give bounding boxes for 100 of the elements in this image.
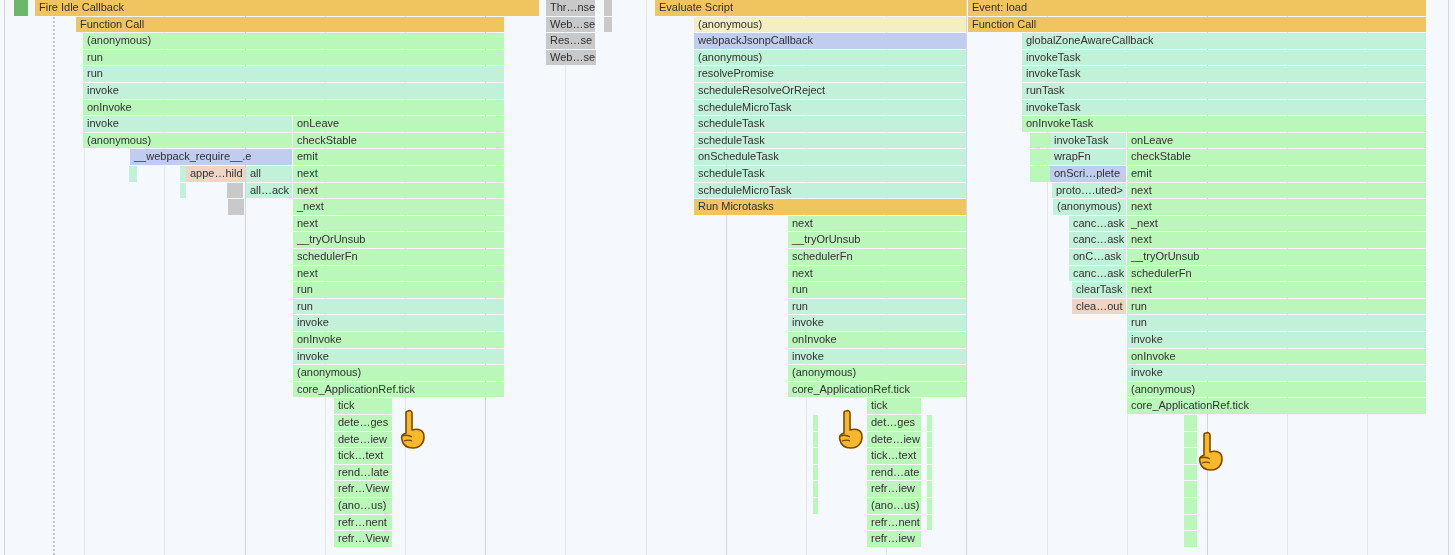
call-bar[interactable]: emit <box>293 149 504 165</box>
call-bar[interactable]: Event: load <box>968 0 1426 16</box>
call-bar[interactable]: next <box>1127 182 1426 199</box>
call-bar[interactable]: scheduleMicroTask <box>694 182 966 199</box>
call-bar[interactable]: invoke <box>1127 332 1426 348</box>
call-bar[interactable]: all <box>246 166 292 182</box>
call-bar[interactable]: scheduleResolveOrReject <box>694 83 966 99</box>
call-bar[interactable]: __tryOrUnsub <box>1127 249 1426 265</box>
call-bar[interactable]: schedulerFn <box>1127 265 1426 282</box>
call-bar[interactable]: (anonymous) <box>788 365 966 381</box>
call-bar[interactable]: refr…iew <box>867 481 921 497</box>
call-bar[interactable]: Res…se <box>546 33 595 49</box>
call-bar[interactable]: Web…se <box>546 16 595 33</box>
call-bar[interactable]: __tryOrUnsub <box>788 232 966 248</box>
call-bar[interactable]: clearTask <box>1072 282 1126 298</box>
call-bar[interactable]: webpackJsonpCallback <box>694 33 966 49</box>
call-bar[interactable]: onLeave <box>1127 132 1426 149</box>
call-bar[interactable]: next <box>788 265 966 282</box>
call-bar[interactable]: emit <box>1127 166 1426 182</box>
call-bar[interactable]: invokeTask <box>1022 49 1426 66</box>
call-bar[interactable]: runTask <box>1022 83 1426 99</box>
call-bar[interactable]: rend…late <box>334 464 392 481</box>
call-bar[interactable]: rend…ate <box>867 464 921 481</box>
call-bar[interactable]: det…ges <box>867 415 921 431</box>
call-bar[interactable]: Function Call <box>76 16 504 33</box>
call-bar[interactable]: globalZoneAwareCallback <box>1022 33 1426 49</box>
call-bar[interactable]: Evaluate Script <box>655 0 966 16</box>
call-bar[interactable]: invoke <box>293 348 504 365</box>
call-bar[interactable]: dete…iew <box>867 431 921 448</box>
call-bar[interactable]: refr…nent <box>867 514 921 531</box>
call-bar[interactable]: onInvoke <box>293 332 504 348</box>
call-bar[interactable]: invokeTask <box>1022 99 1426 116</box>
call-bar[interactable]: canc…ask <box>1069 215 1126 232</box>
call-bar[interactable]: onScheduleTask <box>694 149 966 165</box>
call-bar[interactable]: invoke <box>83 83 504 99</box>
call-bar[interactable]: (ano…us) <box>867 498 921 514</box>
call-bar[interactable]: checkStable <box>293 132 504 149</box>
call-bar[interactable]: Run Microtasks <box>694 199 966 215</box>
call-bar[interactable]: refr…View <box>334 481 392 497</box>
call-bar[interactable]: run <box>83 49 504 66</box>
call-bar[interactable]: (anonymous) <box>83 132 292 149</box>
call-bar[interactable]: run <box>293 298 504 315</box>
call-bar[interactable]: (anonymous) <box>694 16 966 33</box>
call-bar[interactable]: __webpack_require__.e <box>130 149 292 165</box>
call-bar[interactable]: onInvoke <box>1127 348 1426 365</box>
call-bar[interactable]: (anonymous) <box>293 365 504 381</box>
call-bar[interactable]: run <box>293 282 504 298</box>
call-bar[interactable]: onInvokeTask <box>1022 116 1426 132</box>
call-bar[interactable]: refr…nent <box>334 514 392 531</box>
call-bar[interactable]: run <box>788 282 966 298</box>
call-bar[interactable]: invoke <box>788 315 966 331</box>
call-bar[interactable]: invokeTask <box>1022 66 1426 82</box>
call-bar[interactable]: next <box>788 215 966 232</box>
call-bar[interactable]: next <box>293 265 504 282</box>
call-bar[interactable]: schedulerFn <box>293 249 504 265</box>
call-bar[interactable]: refr…iew <box>867 531 921 547</box>
call-bar[interactable]: onInvoke <box>788 332 966 348</box>
call-bar[interactable]: (anonymous) <box>1127 381 1426 398</box>
call-bar[interactable]: Web…se <box>546 49 596 66</box>
call-bar[interactable]: tick…text <box>867 448 921 464</box>
call-bar[interactable]: invoke <box>1127 365 1426 381</box>
call-bar[interactable]: Fire Idle Callback <box>35 0 539 16</box>
call-bar[interactable]: tick <box>867 398 921 414</box>
call-bar[interactable]: (anonymous) <box>1053 199 1126 215</box>
call-bar[interactable]: (ano…us) <box>334 498 392 514</box>
call-bar[interactable]: (anonymous) <box>694 49 966 66</box>
call-bar[interactable]: core_ApplicationRef.tick <box>293 381 504 398</box>
call-bar[interactable]: dete…ges <box>334 415 392 431</box>
call-bar[interactable]: scheduleTask <box>694 166 966 182</box>
call-bar[interactable]: checkStable <box>1127 149 1426 165</box>
call-bar[interactable]: _next <box>293 199 504 215</box>
call-bar[interactable]: next <box>293 166 504 182</box>
call-bar[interactable]: canc…ask <box>1069 265 1126 282</box>
call-bar[interactable]: invoke <box>788 348 966 365</box>
call-bar[interactable]: proto….uted> <box>1052 182 1126 199</box>
call-bar[interactable]: scheduleTask <box>694 116 966 132</box>
call-bar[interactable]: next <box>1127 199 1426 215</box>
call-bar[interactable]: onC…ask <box>1069 249 1126 265</box>
call-bar[interactable]: scheduleTask <box>694 132 966 149</box>
call-bar[interactable]: invokeTask <box>1050 132 1126 149</box>
call-bar[interactable]: invoke <box>293 315 504 331</box>
call-bar[interactable]: __tryOrUnsub <box>293 232 504 248</box>
call-bar[interactable]: next <box>1127 232 1426 248</box>
call-bar[interactable]: run <box>788 298 966 315</box>
call-bar[interactable]: clea…out <box>1072 298 1126 315</box>
call-bar[interactable]: resolvePromise <box>694 66 966 82</box>
call-bar[interactable]: onLeave <box>293 116 504 132</box>
call-bar[interactable]: all…ack <box>246 182 292 199</box>
call-bar[interactable]: refr…View <box>334 531 392 547</box>
call-bar[interactable]: core_ApplicationRef.tick <box>1127 398 1426 414</box>
call-bar[interactable]: run <box>83 66 504 82</box>
call-bar[interactable]: run <box>1127 298 1426 315</box>
call-bar[interactable]: appe…hild <box>186 166 245 182</box>
call-bar[interactable]: canc…ask <box>1069 232 1126 248</box>
call-bar[interactable]: wrapFn <box>1050 149 1126 165</box>
call-bar[interactable]: Function Call <box>968 16 1426 33</box>
call-bar[interactable]: dete…iew <box>334 431 392 448</box>
call-bar[interactable]: onInvoke <box>83 99 504 116</box>
call-bar[interactable]: (anonymous) <box>83 33 504 49</box>
call-bar[interactable]: next <box>293 215 504 232</box>
